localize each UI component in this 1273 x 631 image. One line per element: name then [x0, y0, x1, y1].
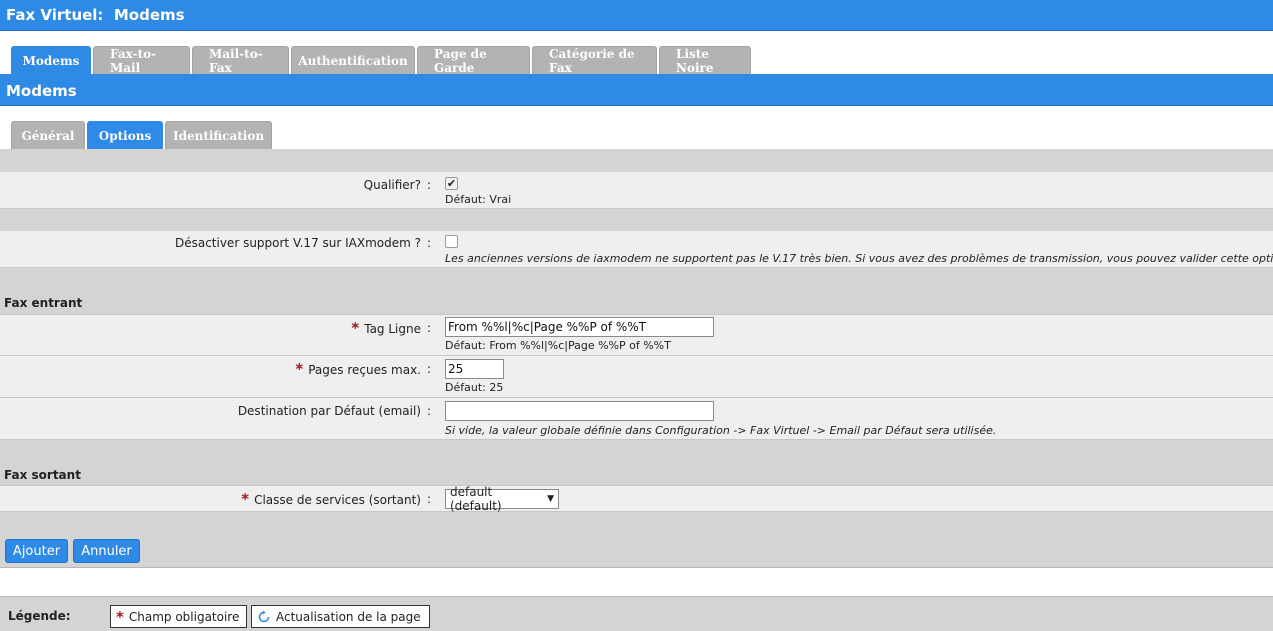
main-tabs: Modems Fax-to-Mail Mail-to-Fax Authentif…	[11, 46, 753, 75]
pages-max-hint: Défaut: 25	[445, 381, 504, 394]
required-mark: *	[241, 490, 250, 508]
pages-max-label-text: Pages reçues max.	[308, 363, 421, 377]
qualifier-label: Qualifier?	[363, 178, 421, 192]
tag-ligne-input[interactable]	[445, 317, 714, 337]
group-header-fax-sortant: Fax sortant	[0, 462, 1273, 486]
colon: :	[427, 178, 432, 192]
v17-label: Désactiver support V.17 sur IAXmodem ?	[174, 236, 421, 250]
required-mark: *	[116, 607, 124, 626]
tab-categorie-de-fax[interactable]: Catégorie de Fax	[532, 46, 657, 75]
cancel-button[interactable]: Annuler	[73, 539, 140, 563]
spacer-row	[0, 149, 1273, 172]
form-row-tag-ligne: * Tag Ligne : Défaut: From %%l|%c|Page %%…	[0, 315, 1273, 356]
group-header-fax-entrant: Fax entrant	[0, 290, 1273, 315]
colon: :	[427, 404, 432, 418]
form-row-v17: Désactiver support V.17 sur IAXmodem ? :…	[0, 231, 1273, 268]
window-title: Fax Virtuel: Modems	[0, 0, 1273, 31]
classe-label: * Classe de services (sortant)	[241, 490, 421, 508]
destination-label: Destination par Défaut (email)	[237, 404, 421, 418]
pages-max-label: * Pages reçues max.	[295, 360, 421, 378]
group-title-fax-sortant: Fax sortant	[4, 468, 81, 482]
required-mark: *	[295, 360, 304, 378]
colon: :	[427, 321, 432, 335]
group-title-fax-entrant: Fax entrant	[4, 296, 83, 310]
spacer-row	[0, 268, 1273, 290]
section-title: Modems	[0, 74, 1273, 106]
tab-authentification[interactable]: Authentification	[291, 46, 415, 74]
pages-max-input[interactable]	[445, 359, 504, 379]
spacer-row	[0, 512, 1273, 534]
required-mark: *	[351, 319, 360, 337]
colon: :	[427, 362, 432, 376]
destination-hint: Si vide, la valeur globale définie dans …	[445, 424, 997, 437]
v17-checkbox[interactable]	[445, 235, 458, 248]
legend-label: Légende:	[8, 609, 71, 623]
tab-general[interactable]: Général	[11, 121, 85, 149]
tab-fax-to-mail[interactable]: Fax-to-Mail	[93, 46, 190, 75]
tab-modems[interactable]: Modems	[11, 46, 91, 74]
colon: :	[427, 492, 432, 506]
tag-ligne-label: * Tag Ligne	[351, 319, 421, 337]
refresh-icon	[258, 610, 270, 622]
tab-liste-noire[interactable]: Liste Noire	[659, 46, 751, 75]
form-row-classe: * Classe de services (sortant) : default …	[0, 485, 1273, 513]
legend-required: * Champ obligatoire	[110, 605, 247, 628]
button-bar: Ajouter Annuler	[0, 534, 1273, 568]
sub-tabs: Général Options Identification	[11, 121, 274, 149]
legend-refresh-text: Actualisation de la page	[276, 609, 421, 624]
form-row-destination: Destination par Défaut (email) : Si vide…	[0, 398, 1273, 440]
form-row-pages-max: * Pages reçues max. : Défaut: 25	[0, 356, 1273, 398]
spacer-row	[0, 209, 1273, 231]
tab-identification[interactable]: Identification	[165, 121, 272, 149]
add-button[interactable]: Ajouter	[5, 539, 68, 563]
legend-required-text: Champ obligatoire	[128, 609, 240, 624]
colon: :	[427, 236, 432, 250]
classe-selected-value: default (default)	[450, 485, 502, 513]
legend-refresh: Actualisation de la page	[251, 605, 430, 628]
v17-hint: Les anciennes versions de iaxmodem ne su…	[445, 252, 1273, 265]
tab-page-de-garde[interactable]: Page de Garde	[417, 46, 530, 75]
tag-ligne-hint: Défaut: From %%l|%c|Page %%P of %%T	[445, 339, 671, 352]
classe-label-text: Classe de services (sortant)	[254, 493, 421, 507]
tag-ligne-label-text: Tag Ligne	[364, 322, 421, 336]
qualifier-hint: Défaut: Vrai	[445, 193, 512, 206]
classe-select[interactable]: default (default) ▼	[445, 485, 559, 513]
legend-bar: Légende: * Champ obligatoire Actualisati…	[0, 596, 1273, 631]
spacer-row	[0, 440, 1273, 462]
tab-options[interactable]: Options	[87, 121, 163, 149]
destination-email-input[interactable]	[445, 401, 714, 421]
tab-mail-to-fax[interactable]: Mail-to-Fax	[192, 46, 289, 75]
form-row-qualifier: Qualifier? : ✔ Défaut: Vrai	[0, 172, 1273, 209]
qualifier-checkbox[interactable]: ✔	[445, 177, 458, 190]
chevron-down-icon: ▼	[547, 494, 554, 504]
check-icon: ✔	[446, 177, 457, 190]
